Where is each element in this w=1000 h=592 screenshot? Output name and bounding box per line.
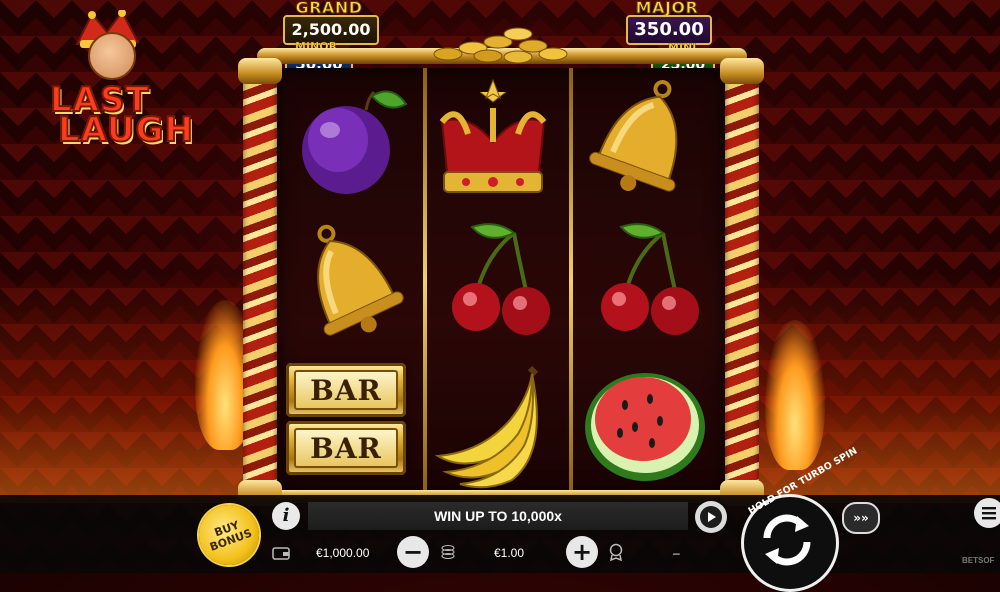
play-icon xyxy=(700,506,722,528)
left-pillar-cap xyxy=(238,58,282,84)
coins-stack-icon xyxy=(441,545,455,559)
right-pillar xyxy=(725,72,759,498)
jester-face xyxy=(88,32,136,80)
bananas-symbol xyxy=(434,365,539,489)
reel-separator xyxy=(569,68,573,494)
win-message: WIN UP TO 10,000x xyxy=(434,508,562,524)
balance-value: €1,000.00 xyxy=(316,546,370,560)
cherries-symbol xyxy=(601,223,699,335)
win-message-banner: WIN UP TO 10,000x xyxy=(308,502,688,530)
watermelon-symbol xyxy=(585,373,705,481)
hamburger-icon xyxy=(982,507,996,520)
logo-title-line2: LAUGH xyxy=(57,109,194,151)
provider-logo: BETSOF xyxy=(962,556,995,565)
last-win-value: – xyxy=(673,546,680,560)
game-logo: LAST LAUGH xyxy=(28,6,194,151)
bar-symbol-bottom: BAR xyxy=(286,421,406,475)
fast-forward-icon: »» xyxy=(853,511,869,525)
right-pillar-cap xyxy=(720,58,764,84)
cherries-symbol xyxy=(452,223,550,335)
bell-symbol xyxy=(317,224,404,336)
autoplay-button[interactable] xyxy=(695,501,727,533)
bar-label: BAR xyxy=(294,428,398,468)
bar-label: BAR xyxy=(294,370,398,410)
menu-button[interactable] xyxy=(974,498,1000,528)
gold-coins-icon xyxy=(433,27,568,64)
bell-symbol xyxy=(589,80,678,192)
bet-increase-button[interactable]: + xyxy=(566,536,598,568)
minus-icon: − xyxy=(402,538,424,566)
left-pillar xyxy=(243,72,277,498)
plum-symbol xyxy=(302,90,408,194)
flame-right xyxy=(765,320,825,470)
wallet-icon xyxy=(272,547,290,560)
buy-bonus-label: BUY BONUS xyxy=(204,516,254,553)
bet-value: €1.00 xyxy=(494,546,525,560)
bet-decrease-button[interactable]: − xyxy=(397,536,429,568)
award-icon xyxy=(609,543,623,561)
turbo-button[interactable]: »» xyxy=(842,502,880,534)
bar-symbol-top: BAR xyxy=(286,363,406,417)
crown-symbol xyxy=(439,78,547,193)
info-button[interactable]: i xyxy=(272,502,300,530)
plus-icon: + xyxy=(571,538,593,566)
reel-separator xyxy=(423,68,427,494)
